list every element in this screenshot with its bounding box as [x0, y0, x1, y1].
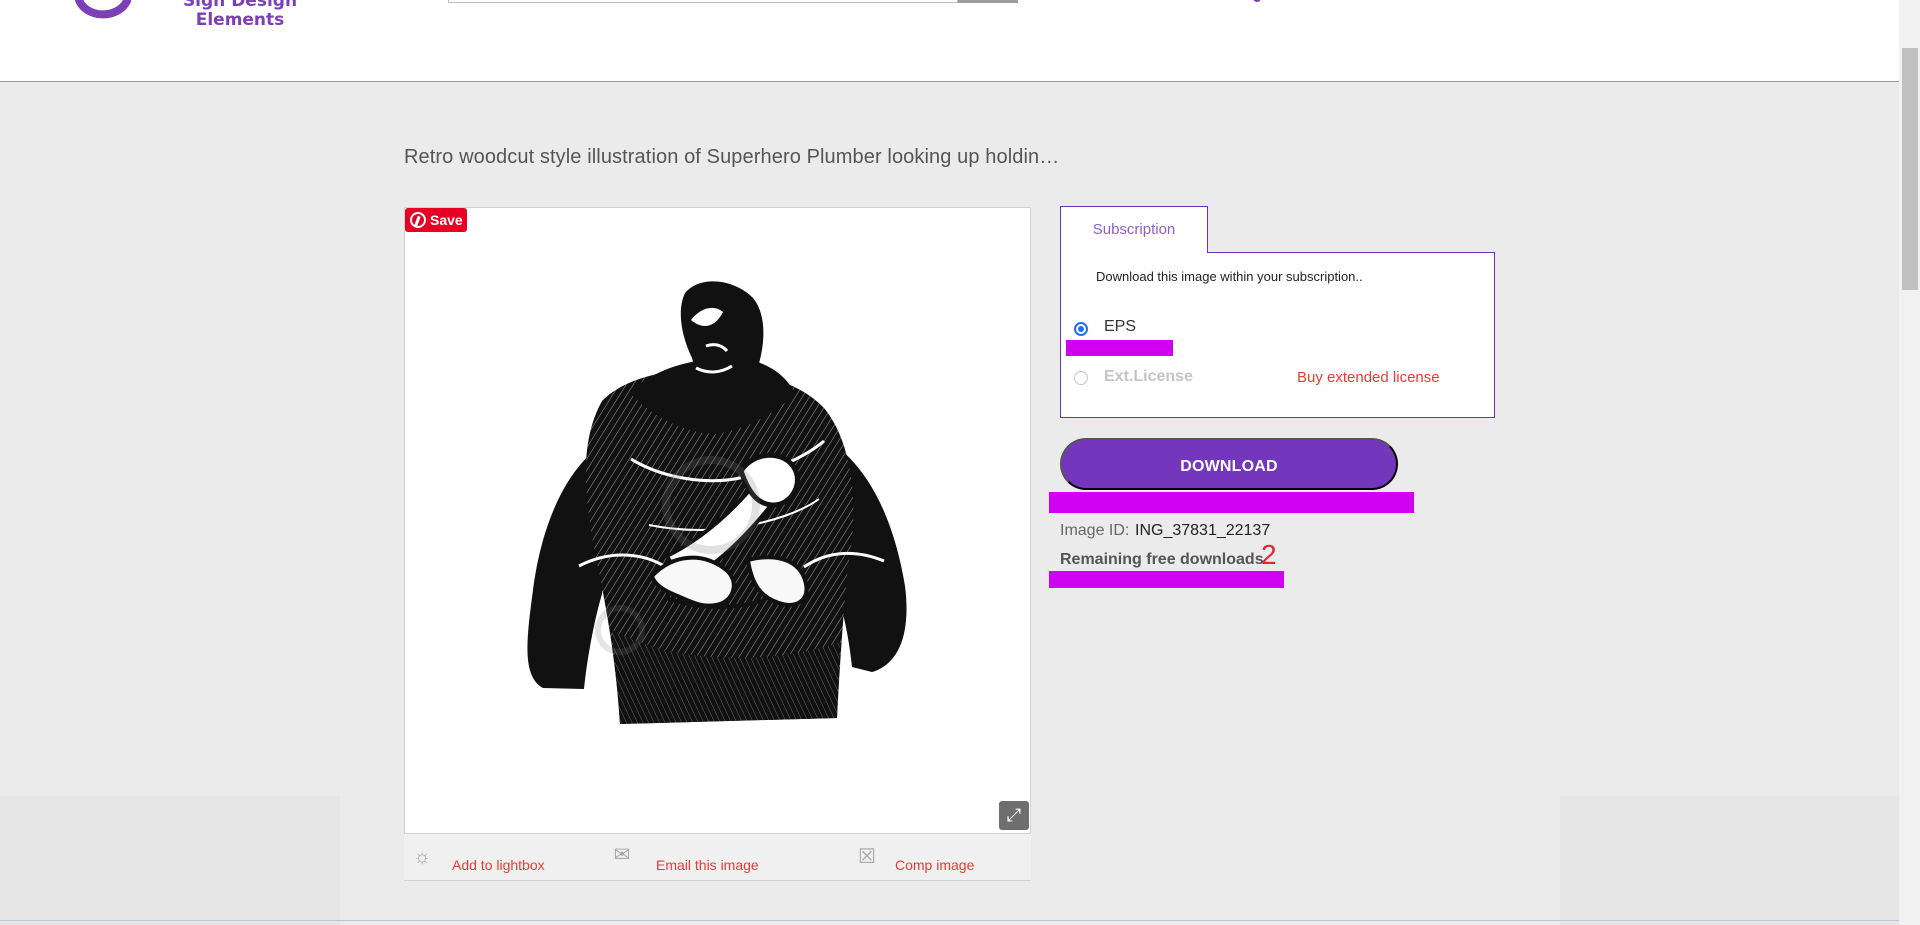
email-image-link[interactable]: Email this image: [656, 857, 759, 873]
download-button[interactable]: DOWNLOAD: [1060, 438, 1398, 490]
pinterest-save-button[interactable]: Save: [405, 208, 467, 232]
expand-image-button[interactable]: ⤢: [999, 801, 1029, 830]
pinterest-icon: [410, 212, 426, 228]
image-id-value: ING_37831_22137: [1135, 522, 1271, 539]
search-button[interactable]: [958, 0, 1018, 3]
expand-icon: ⤢: [1006, 805, 1022, 825]
download-highlight: [1049, 492, 1414, 513]
extended-license-radio: [1074, 371, 1088, 385]
pinterest-save-label: Save: [430, 212, 463, 228]
site-logo-text[interactable]: Sign Design Elements: [180, 0, 300, 30]
envelope-icon[interactable]: ✉: [610, 843, 634, 867]
remaining-downloads-label: Remaining free downloads: [1060, 551, 1264, 568]
superhero-plumber-illustration: [527, 281, 907, 724]
extended-license-label: Ext.License: [1104, 368, 1193, 385]
footer-background-left: [0, 796, 340, 925]
remaining-downloads-count: 2: [1261, 539, 1277, 570]
add-to-lightbox-link[interactable]: Add to lightbox: [452, 857, 545, 873]
comp-image-link[interactable]: Comp image: [895, 857, 974, 873]
image-id-label: Image ID:: [1060, 522, 1130, 539]
footer-background-right: [1560, 796, 1899, 925]
page-divider: [0, 920, 1899, 921]
page: Sign Design Elements Retro woodcut style…: [0, 0, 1920, 925]
eps-option-label[interactable]: EPS: [1104, 318, 1136, 336]
lightbulb-icon[interactable]: ☼: [410, 845, 434, 869]
subscription-intro: Download this image within your subscrip…: [1096, 269, 1363, 284]
buy-extended-license-link[interactable]: Buy extended license: [1297, 369, 1440, 386]
search-input[interactable]: [448, 0, 958, 3]
scrollbar-thumb[interactable]: [1902, 48, 1918, 290]
tab-subscription[interactable]: Subscription: [1060, 206, 1208, 253]
remaining-downloads-highlight: [1049, 571, 1284, 588]
logo-mark-icon[interactable]: [70, 0, 142, 20]
eps-radio[interactable]: [1074, 322, 1088, 336]
site-header: Sign Design Elements: [0, 0, 1899, 82]
page-title: Retro woodcut style illustration of Supe…: [404, 146, 1060, 168]
comp-image-icon[interactable]: ☒: [855, 845, 879, 869]
navigation-link-fragment[interactable]: [1253, 0, 1261, 2]
eps-highlight: [1066, 340, 1173, 356]
